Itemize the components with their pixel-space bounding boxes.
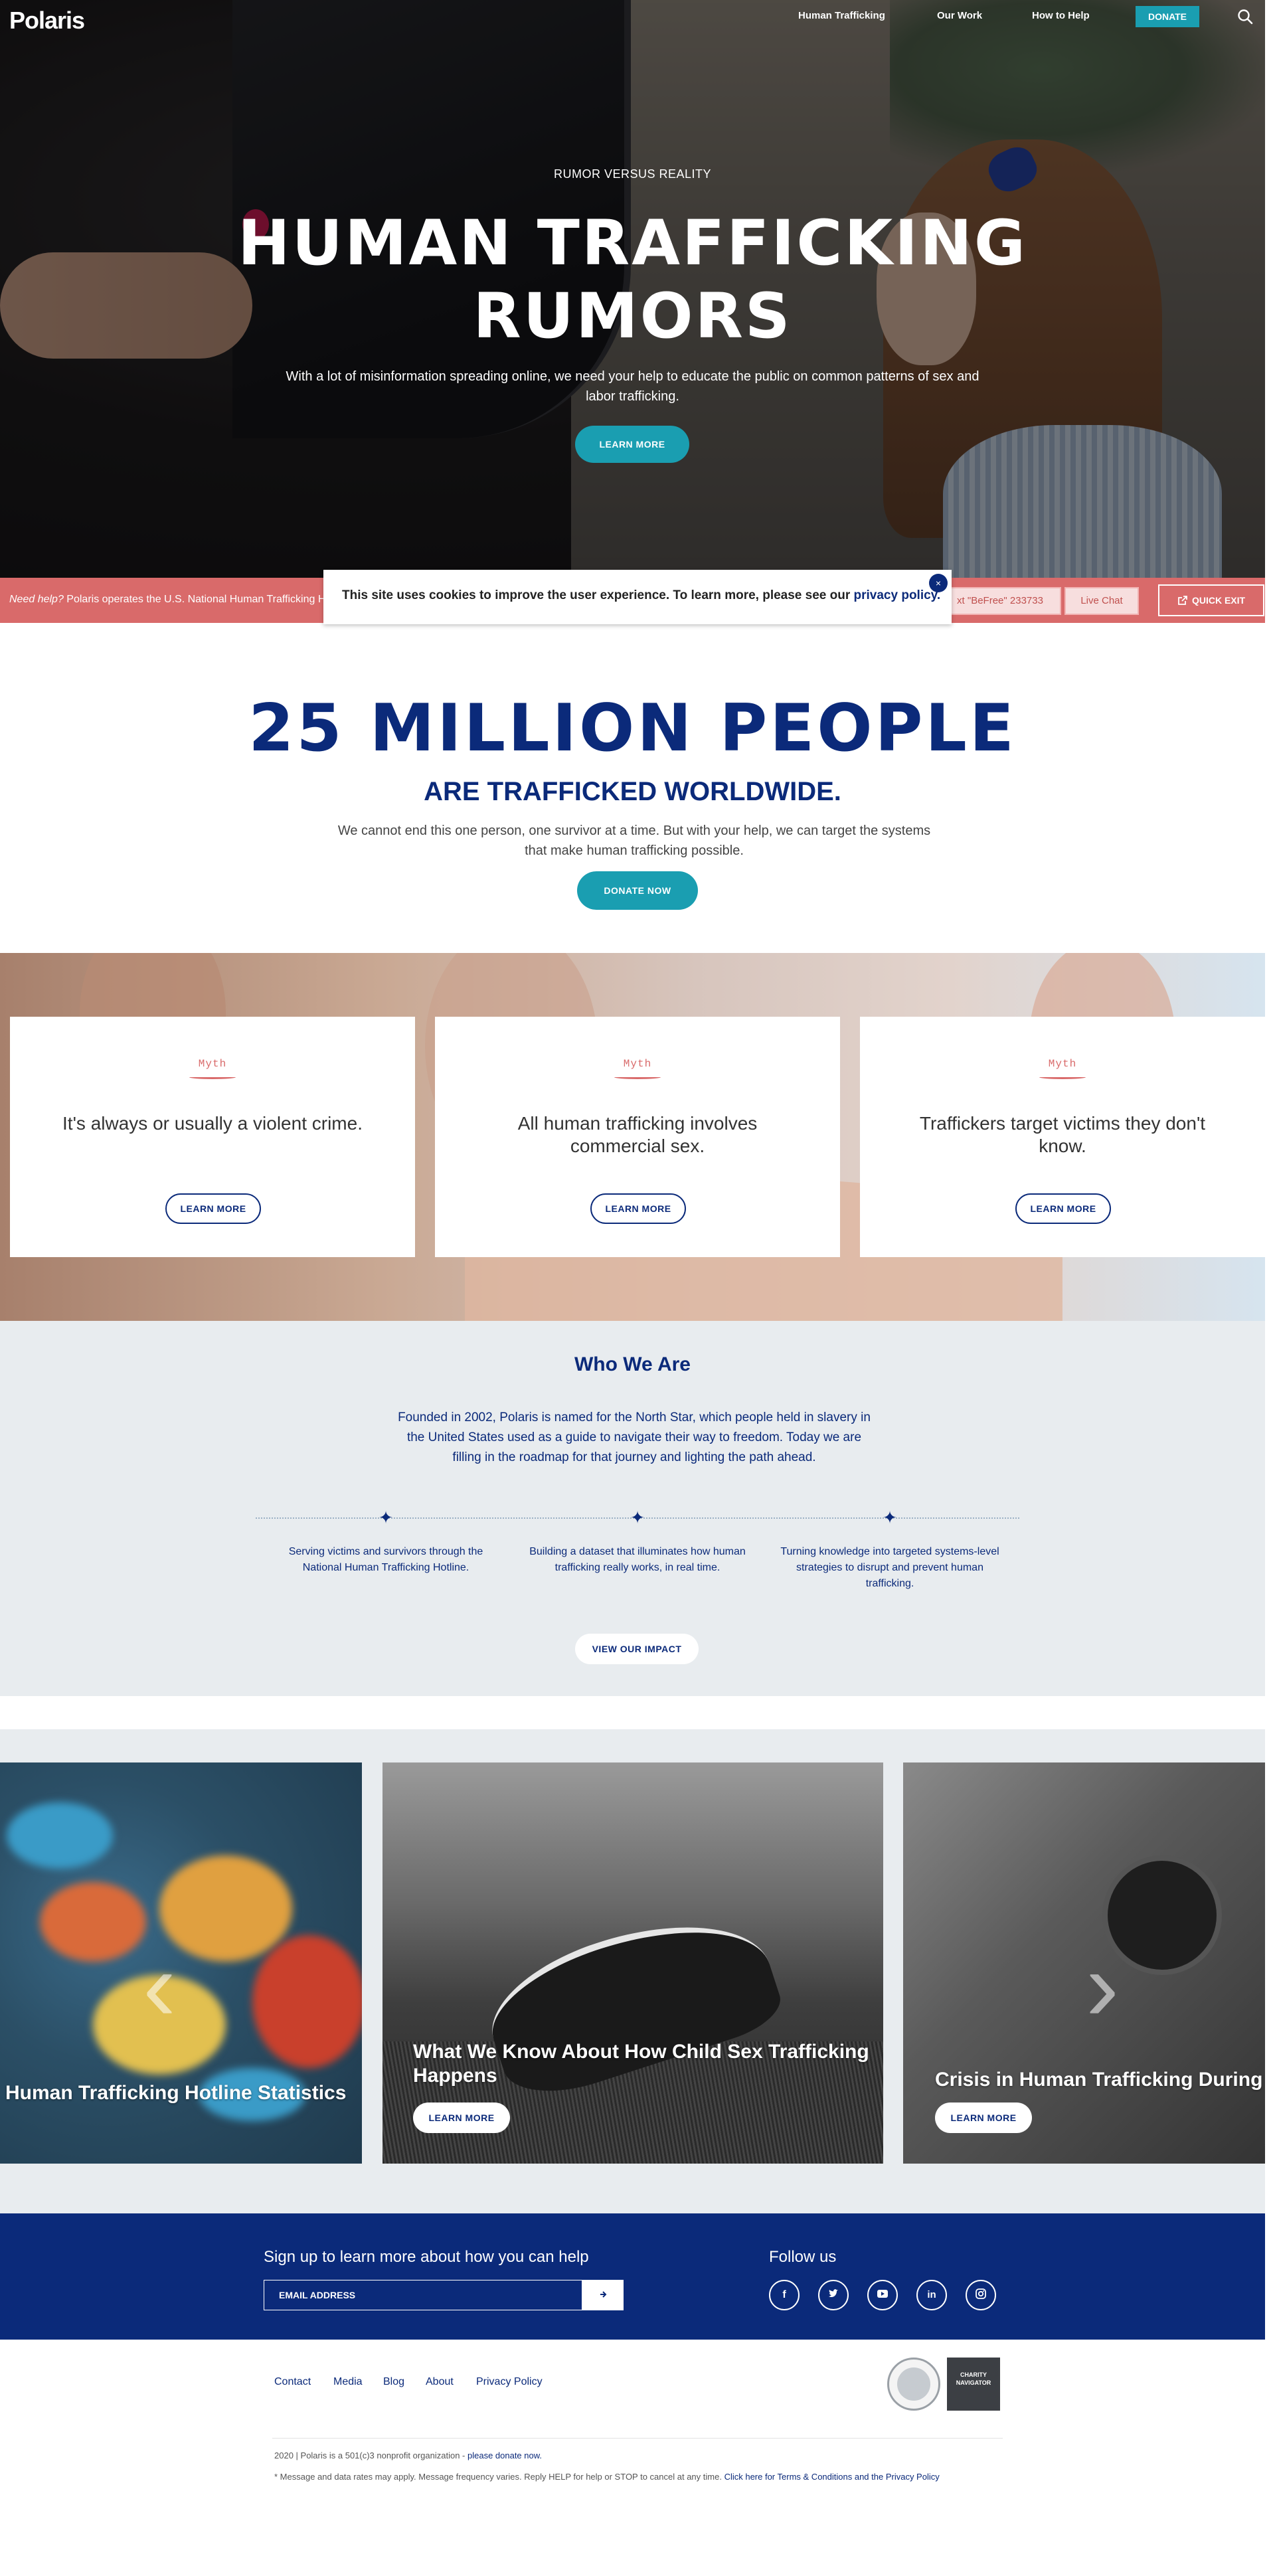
instagram-icon[interactable] [966,2280,996,2310]
cookie-close-button[interactable]: × [929,574,948,592]
footer-link-privacy[interactable]: Privacy Policy [476,2376,543,2388]
nav-how-to-help[interactable]: How to Help [1032,10,1090,21]
slide-learn-more-button[interactable]: LEARN MORE [935,2103,1032,2133]
signup-section: Sign up to learn more about how you can … [0,2213,1265,2340]
carousel-slide[interactable]: What We Know About How Child Sex Traffic… [382,1762,883,2164]
charity-navigator-badge[interactable]: CHARITY NAVIGATOR [947,2358,1000,2411]
nav-our-work[interactable]: Our Work [937,10,982,21]
footer-link-contact[interactable]: Contact [274,2376,311,2388]
hero-subtitle: With a lot of misinformation spreading o… [286,369,979,404]
slide-caption: Crisis in Human Trafficking During the P [935,2069,1265,2091]
terms-link[interactable]: Click here for Terms & Conditions and th… [724,2472,940,2482]
myth-learn-more-button[interactable]: LEARN MORE [165,1193,261,1224]
squiggle-underline [189,1075,236,1079]
accreditation-seal-logo[interactable] [887,2358,940,2411]
footer-link-blog[interactable]: Blog [383,2376,404,2388]
myth-tag: Myth [198,1058,227,1070]
north-star-icon: ✦ [630,1507,645,1527]
who-we-are-title: Who We Are [574,1353,691,1375]
squiggle-underline [1039,1075,1086,1079]
cookie-message: This site uses cookies to improve the us… [342,588,941,602]
view-impact-button[interactable]: VIEW OUR IMPACT [575,1634,699,1664]
hero-title-line-2: RUMORS [473,280,792,353]
page: Polaris Human Trafficking Our Work How t… [0,0,1275,2576]
myth-learn-more-button[interactable]: LEARN MORE [590,1193,686,1224]
myth-learn-more-button[interactable]: LEARN MORE [1015,1193,1111,1224]
hero-title-line-1: HUMAN TRAFFICKING [238,207,1027,280]
email-submit-button[interactable] [582,2280,624,2310]
donate-now-button[interactable]: DONATE NOW [577,871,698,910]
chevron-right-icon[interactable]: › [1076,1936,1129,2035]
text-befree-button[interactable]: xt "BeFree" 233733 [939,587,1061,615]
north-star-icon: ✦ [379,1507,393,1527]
youtube-icon[interactable] [867,2280,898,2310]
myth-text: It's always or usually a violent crime. [62,1113,363,1134]
cookie-banner: This site uses cookies to improve the us… [323,570,952,624]
privacy-policy-link[interactable]: privacy policy. [854,588,941,602]
hero-eyebrow: RUMOR VERSUS REALITY [553,167,712,181]
footer-link-about[interactable]: About [426,2376,454,2388]
myth-card: Myth Traffickers target victims they don… [860,1017,1265,1257]
footer-divider [272,2438,1003,2439]
myth-text: All human trafficking involves commercia… [517,1113,758,1156]
slide-caption: Human Trafficking Hotline Statistics [5,2082,347,2104]
stat-subheadline: ARE TRAFFICKED WORLDWIDE. [424,777,841,806]
top-navigation: Polaris Human Trafficking Our Work How t… [0,0,1265,35]
who-we-are-text: Founded in 2002, Polaris is named for th… [398,1411,871,1464]
myth-tag: Myth [623,1058,652,1070]
north-star-icon: ✦ [883,1507,897,1527]
pillar-text: Building a dataset that illuminates how … [529,1546,746,1573]
linkedin-icon[interactable]: in [916,2280,947,2310]
hero-learn-more-button[interactable]: LEARN MORE [575,426,689,463]
live-chat-button[interactable]: Live Chat [1064,587,1139,615]
stat-headline: 25 MILLION PEOPLE [248,691,1017,766]
myth-text: Traffickers target victims they don't kn… [919,1113,1206,1156]
external-link-icon [1178,596,1187,605]
sms-disclaimer: * Message and data rates may apply. Mess… [274,2472,940,2482]
slide-caption: What We Know About How Child Sex Traffic… [413,2041,869,2087]
stat-description: We cannot end this one person, one survi… [337,823,931,858]
arrow-right-icon [600,2291,607,2298]
copyright-text: 2020 | Polaris is a 501(c)3 nonprofit or… [274,2450,543,2460]
polaris-logo[interactable]: Polaris [9,7,85,35]
hero-content: RUMOR VERSUS REALITY HUMAN TRAFFICKING R… [0,0,1265,578]
signup-label: Sign up to learn more about how you can … [264,2248,589,2266]
myth-card: Myth All human trafficking involves comm… [435,1017,840,1257]
search-icon[interactable] [1236,8,1254,25]
chevron-left-icon[interactable]: ‹ [133,1936,186,2035]
slide-learn-more-button[interactable]: LEARN MORE [413,2103,510,2133]
pillar-text: Turning knowledge into targeted systems-… [780,1546,999,1589]
follow-us-label: Follow us [769,2248,837,2266]
pillar-text: Serving victims and survivors through th… [288,1546,483,1573]
hero-title: HUMAN TRAFFICKING RUMORS [0,207,1265,353]
myth-card: Myth It's always or usually a violent cr… [10,1017,415,1257]
footer-link-media[interactable]: Media [333,2376,363,2388]
twitter-icon[interactable] [818,2280,849,2310]
squiggle-underline [614,1075,661,1079]
donate-button[interactable]: DONATE [1136,6,1199,27]
nav-human-trafficking[interactable]: Human Trafficking [798,10,885,21]
quick-exit-button[interactable]: QUICK EXIT [1158,584,1264,616]
email-input[interactable]: EMAIL ADDRESS [264,2280,582,2310]
myth-tag: Myth [1048,1058,1077,1070]
facebook-icon[interactable]: f [769,2280,800,2310]
help-bar-text: Need help? Polaris operates the U.S. Nat… [9,594,351,605]
donate-link[interactable]: please donate now. [468,2450,542,2460]
